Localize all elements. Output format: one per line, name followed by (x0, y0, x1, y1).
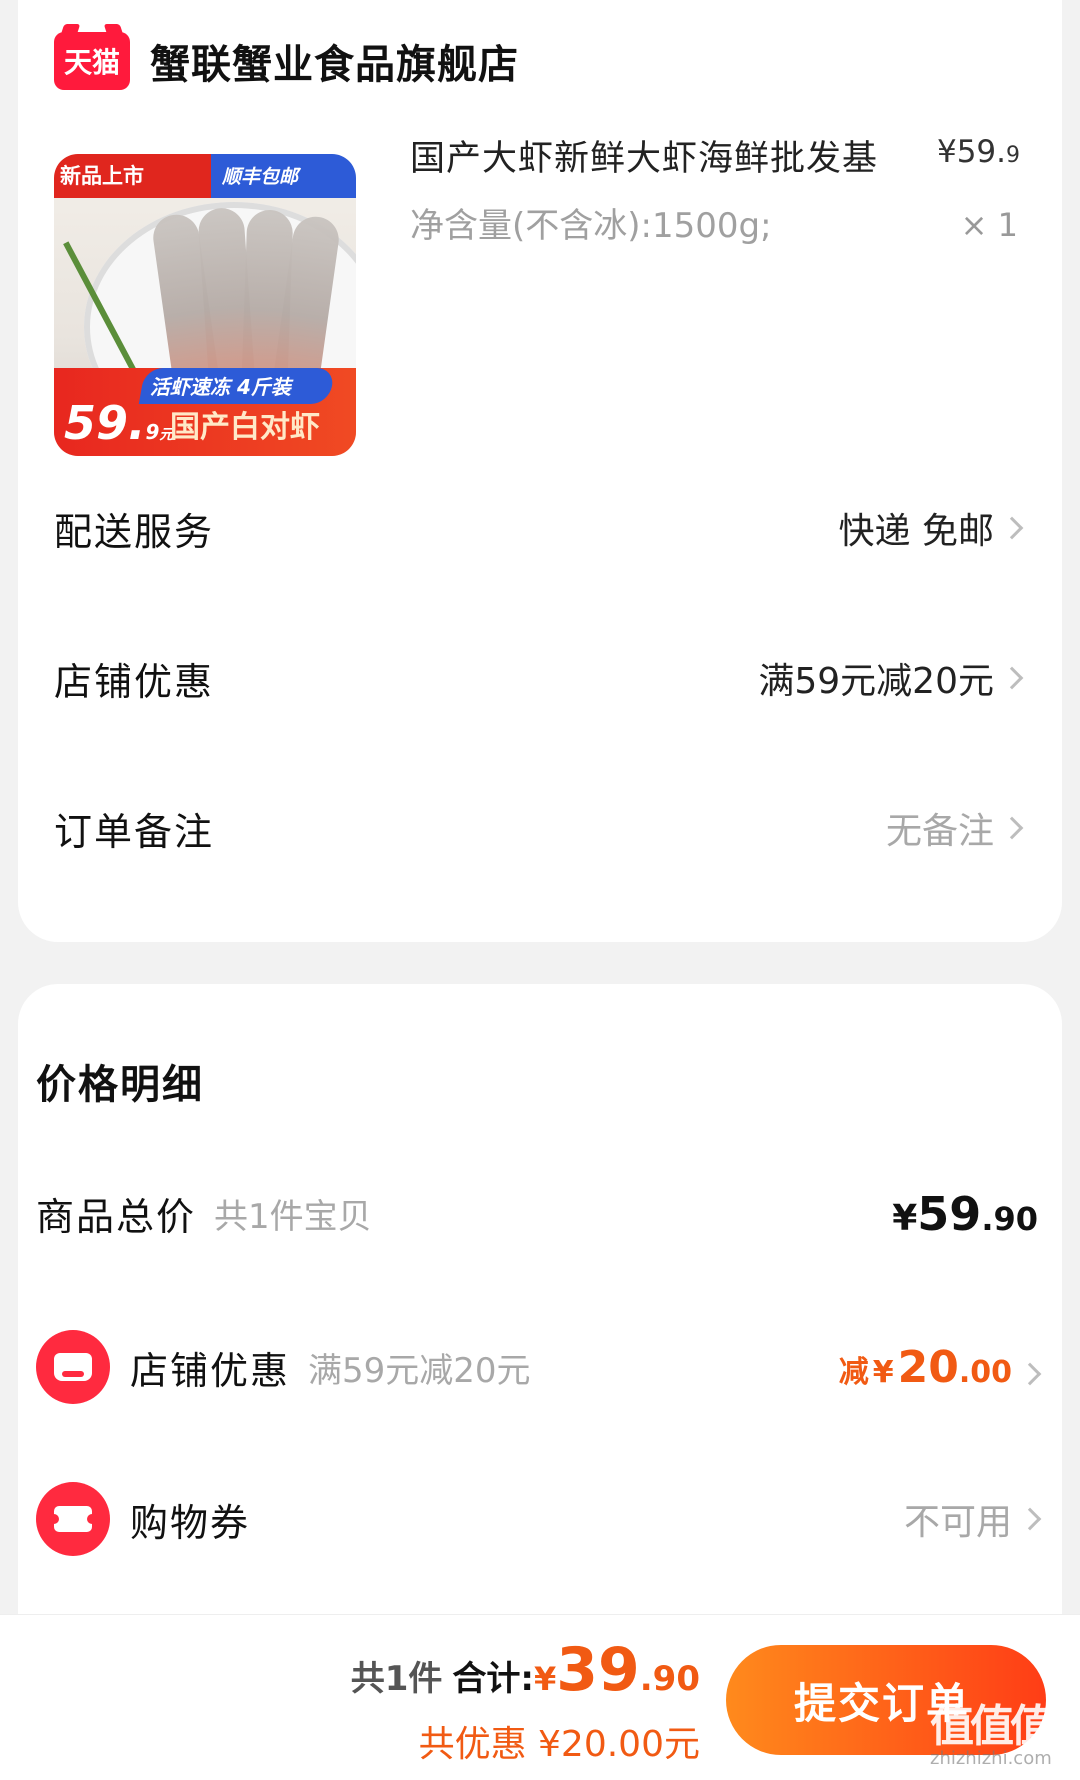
order-total: 共1件 合计: ¥39.90 (351, 1635, 700, 1705)
order-total-amount: ¥39.90 (534, 1635, 700, 1705)
tmall-logo-text: 天猫 (63, 46, 120, 79)
order-note-value: 无备注 (886, 802, 1024, 854)
order-total-label: 合计: (452, 1659, 534, 1699)
product-spec: 净含量(不含冰):1500g; (410, 206, 772, 246)
order-note-label: 订单备注 (54, 809, 215, 854)
price-shop-discount-sub: 满59元减20元 (308, 1350, 531, 1391)
shop-name[interactable]: 蟹联蟹业食品旗舰店 (150, 32, 519, 90)
chevron-right-icon (1000, 816, 1024, 840)
delivery-value: 快递 免邮 (839, 502, 1024, 554)
bottom-bar: 共1件 合计: ¥39.90 共优惠 ¥20.00元 提交订单 (0, 1614, 1080, 1780)
product-quantity: × 1 (960, 206, 1018, 244)
order-card: 天猫 蟹联蟹业食品旗舰店 新品上市 顺丰包邮 活虾速冻 4斤装 59.9元 国产… (18, 0, 1062, 942)
shop-discount-label: 店铺优惠 (54, 659, 215, 704)
price-detail-title: 价格明细 (36, 1062, 204, 1108)
shop-discount-row[interactable]: 店铺优惠 满59元减20元 (54, 648, 1024, 708)
goods-total-label: 商品总价 (36, 1195, 197, 1239)
coupon-value: 不可用 (904, 1493, 1042, 1545)
goods-total-sub: 共1件宝贝 (214, 1197, 372, 1237)
goods-total-value: ¥59.90 (892, 1186, 1038, 1241)
product-price: ¥59.9 (936, 134, 1020, 170)
ticket-icon (36, 1482, 110, 1556)
goods-total-row: 商品总价 共1件宝贝 ¥59.90 (36, 1186, 1038, 1241)
product-title[interactable]: 国产大虾新鲜大虾海鲜批发基 (410, 130, 878, 181)
chevron-right-icon (1000, 666, 1024, 690)
chevron-right-icon (1000, 516, 1024, 540)
chevron-right-icon (1018, 1362, 1042, 1385)
product-image-shipping-tag: 顺丰包邮 (222, 166, 299, 188)
order-discount-summary: 共优惠 ¥20.00元 (418, 1724, 700, 1765)
order-note-row[interactable]: 订单备注 无备注 (54, 798, 1024, 858)
product-image-name: 国产白对虾 (170, 410, 320, 445)
store-icon (36, 1330, 110, 1404)
watermark-logo: 值值值 (930, 1701, 1054, 1752)
price-shop-discount-value: 减 ¥20.00 (839, 1342, 1042, 1393)
delivery-row[interactable]: 配送服务 快递 免邮 (54, 498, 1024, 558)
product-image-new-tag: 新品上市 (60, 164, 144, 188)
chevron-right-icon (1018, 1507, 1042, 1531)
order-item-count: 共1件 (350, 1659, 443, 1699)
delivery-label: 配送服务 (54, 509, 215, 554)
watermark-url: zhizhizhi.com (930, 1748, 1052, 1769)
coupon-label: 购物券 (130, 1500, 251, 1545)
shop-discount-value: 满59元减20元 (758, 652, 1024, 704)
tmall-logo: 天猫 (54, 32, 130, 90)
product-image[interactable]: 新品上市 顺丰包邮 活虾速冻 4斤装 59.9元 国产白对虾 (54, 154, 356, 456)
product-image-price: 59.9元 (64, 396, 174, 450)
price-shop-discount-row[interactable]: 店铺优惠 满59元减20元 减 ¥20.00 (36, 1330, 1042, 1404)
coupon-row[interactable]: 购物券 不可用 (36, 1482, 1042, 1556)
shop-header[interactable]: 天猫 蟹联蟹业食品旗舰店 (54, 32, 519, 90)
price-shop-discount-label: 店铺优惠 (130, 1348, 291, 1393)
